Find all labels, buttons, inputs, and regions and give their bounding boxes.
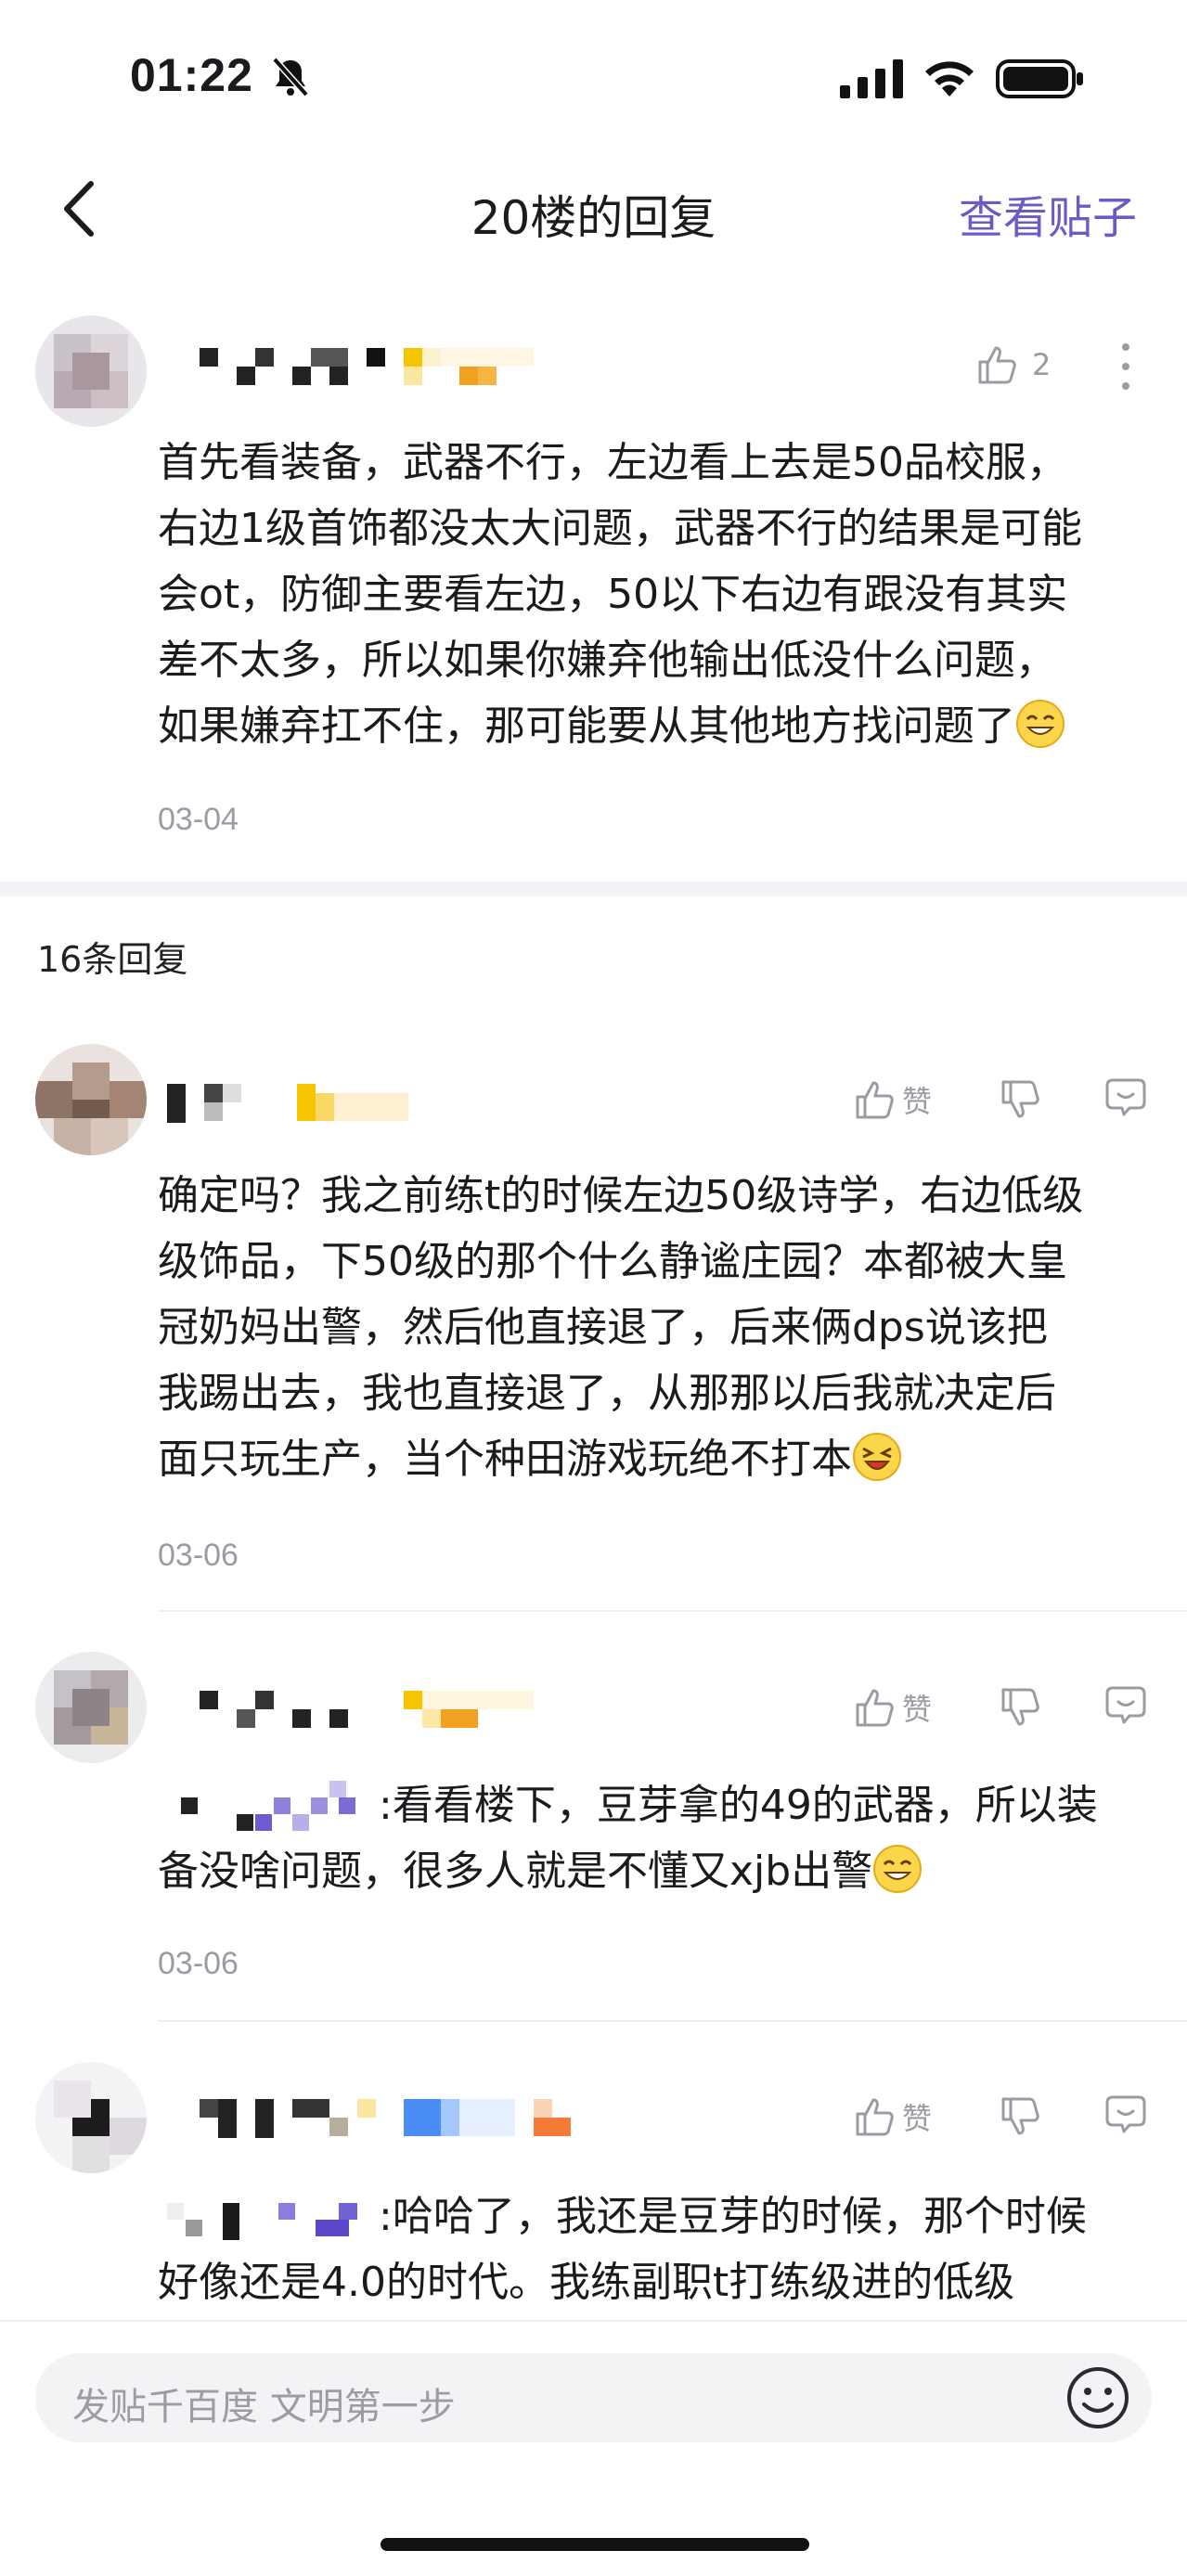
content-line: 我踢出去，我也直接退了，从那那以后我就决定后 (158, 1370, 1056, 1417)
content-line: 级饰品，下50级的那个什么静谧庄园？本都被大皇 (158, 1238, 1067, 1285)
thumbs-up-icon (978, 346, 1016, 384)
more-options-icon[interactable] (1114, 341, 1138, 392)
cellular-signal-icon (840, 59, 903, 98)
content-line: 备没啥问题，很多人就是不懂又xjb出警 (158, 1838, 1160, 1904)
post-date: 03-04 (158, 802, 239, 837)
like-button[interactable]: 2 (976, 343, 1051, 386)
view-post-button[interactable]: 查看贴子 (959, 181, 1137, 246)
like-button[interactable]: 赞 (854, 1686, 932, 1729)
section-divider (0, 882, 1187, 896)
content-line: 如果嫌弃扛不住，那可能要从其他地方找问题了 (158, 693, 1160, 759)
battery-icon (996, 59, 1083, 98)
thumbs-up-icon (856, 1689, 894, 1727)
like-label: 赞 (902, 1692, 933, 1727)
laughing-emoji-icon (853, 1433, 901, 1481)
username-redacted[interactable] (200, 348, 534, 387)
avatar[interactable] (35, 2062, 147, 2173)
content-line: :哈哈了，我还是豆芽的时候，那个时候 (379, 2193, 1087, 2240)
content-line: 面只玩生产，当个种田游戏玩绝不打本 (158, 1426, 1160, 1492)
reply-content: 确定吗？我之前练t的时候左边50级诗学，右边低级 级饰品，下50级的那个什么静谧… (158, 1163, 1160, 1492)
thumbs-up-icon (856, 2098, 894, 2136)
divider (158, 1610, 1187, 1612)
like-label: 赞 (902, 2101, 933, 2136)
status-time: 01:22 (130, 49, 253, 101)
divider (158, 2020, 1187, 2022)
reply-content: :看看楼下，豆芽拿的49的武器，所以装 备没啥问题，很多人就是不懂又xjb出警 (158, 1772, 1160, 1904)
reply-content: :哈哈了，我还是豆芽的时候，那个时候 好像还是4.0的时代。我练副职t打练级进的… (158, 2183, 1160, 2315)
reply-input-placeholder: 发贴千百度 文明第一步 (72, 2386, 456, 2428)
grin-emoji-icon (1016, 700, 1064, 748)
comment-icon[interactable] (1104, 2093, 1147, 2136)
content-line-text: 备没啥问题，很多人就是不懂又xjb出警 (158, 1848, 873, 1895)
content-line: 首先看装备，武器不行，左边看上去是50品校服， (158, 439, 1067, 486)
content-line: 会ot，防御主要看左边，50以下右边有跟没有其实 (158, 571, 1068, 618)
wifi-icon (925, 61, 974, 97)
grin-emoji-icon (873, 1845, 923, 1893)
avatar[interactable] (35, 1652, 147, 1763)
reply-count: 16条回复 (37, 939, 188, 980)
emoji-icon[interactable] (1064, 2363, 1132, 2432)
content-line-text: 如果嫌弃扛不住，那可能要从其他地方找问题了 (158, 702, 1015, 750)
content-line: 好像还是4.0的时代。我练副职t打练级进的低级 (158, 2259, 1015, 2306)
home-indicator (381, 2538, 809, 2551)
like-button[interactable]: 赞 (854, 2095, 932, 2138)
content-line: 确定吗？我之前练t的时候左边50级诗学，右边低级 (158, 1172, 1084, 1219)
like-count: 2 (1032, 347, 1052, 382)
thumbs-down-icon[interactable] (1000, 1078, 1042, 1121)
content-line: 右边1级首饰都没太大问题，武器不行的结果是可能 (158, 505, 1082, 552)
content-line: :看看楼下，豆芽拿的49的武器，所以装 (379, 1782, 1098, 1829)
reply-date: 03-06 (158, 1538, 239, 1573)
thumbs-down-icon[interactable] (1000, 1686, 1042, 1729)
thumbs-up-icon (856, 1081, 894, 1119)
username-redacted[interactable] (200, 2099, 571, 2138)
thumbs-down-icon[interactable] (1000, 2095, 1042, 2138)
username-redacted[interactable] (200, 1691, 534, 1730)
avatar[interactable] (35, 316, 147, 427)
content-line-text: 面只玩生产，当个种田游戏玩绝不打本 (158, 1436, 852, 1483)
username-redacted[interactable] (167, 1084, 408, 1123)
content-line: 差不太多，所以如果你嫌弃他输出低没什么问题， (158, 637, 1056, 684)
like-button[interactable]: 赞 (854, 1078, 932, 1121)
comment-icon[interactable] (1104, 1684, 1147, 1727)
bell-muted-icon (272, 57, 309, 97)
comment-icon[interactable] (1104, 1076, 1147, 1119)
reply-date: 03-06 (158, 1946, 239, 1981)
avatar[interactable] (35, 1044, 147, 1155)
post-content: 首先看装备，武器不行，左边看上去是50品校服， 右边1级首饰都没太大问题，武器不… (158, 430, 1160, 759)
like-label: 赞 (902, 1084, 933, 1119)
content-line: 冠奶妈出警，然后他直接退了，后来俩dps说该把 (158, 1304, 1048, 1351)
